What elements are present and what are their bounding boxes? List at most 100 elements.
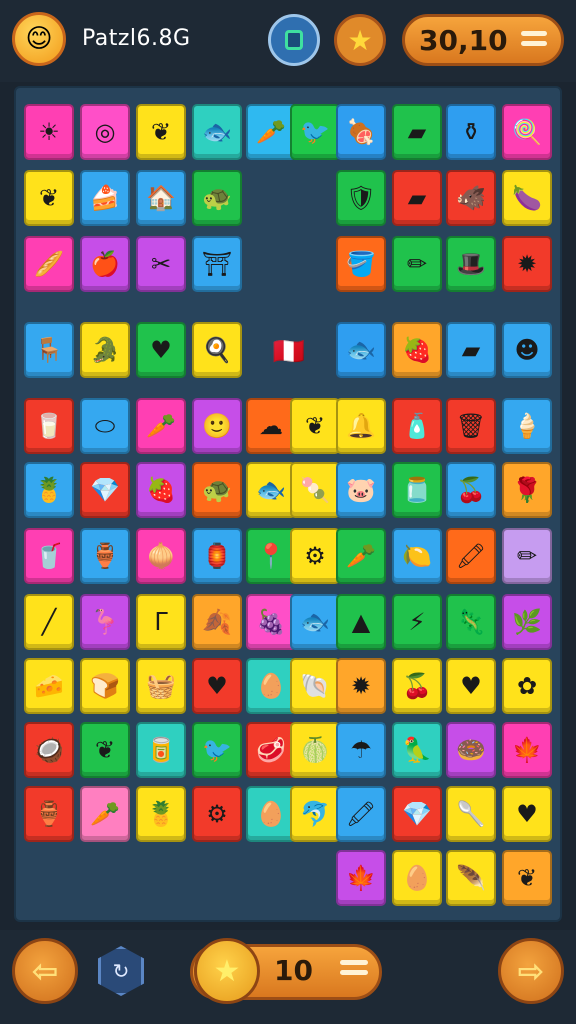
tile-r2-c7[interactable]: ✏: [392, 236, 442, 292]
coin-star-button[interactable]: ★: [194, 938, 260, 1004]
tile-r3-c6[interactable]: 🐟: [336, 322, 386, 378]
tile-r2-c1[interactable]: 🍎: [80, 236, 130, 292]
tile-r1-c8[interactable]: 🐗: [446, 170, 496, 226]
back-button[interactable]: ⇦: [12, 938, 78, 1004]
tile-r3-c8[interactable]: ▰: [446, 322, 496, 378]
tile-r7-c6[interactable]: ▲: [336, 594, 386, 650]
tile-r0-c9[interactable]: 🍭: [502, 104, 552, 160]
tile-r8-c4[interactable]: 🥚: [246, 658, 296, 714]
tile-r1-c7[interactable]: ▰: [392, 170, 442, 226]
tile-r11-c7[interactable]: 🥚: [392, 850, 442, 906]
tile-r8-c7[interactable]: 🍒: [392, 658, 442, 714]
tile-r4-c0[interactable]: 🥛: [24, 398, 74, 454]
tile-r10-c9[interactable]: ♥: [502, 786, 552, 842]
tile-r5-c5[interactable]: 🍡: [290, 462, 340, 518]
tile-r0-c3[interactable]: 🐟: [192, 104, 242, 160]
tile-r5-c0[interactable]: 🍍: [24, 462, 74, 518]
tile-r11-c8[interactable]: 🪶: [446, 850, 496, 906]
tile-r6-c0[interactable]: 🥤: [24, 528, 74, 584]
tile-r11-c9[interactable]: ❦: [502, 850, 552, 906]
tile-r6-c9[interactable]: ✏: [502, 528, 552, 584]
tile-r3-c0[interactable]: 🪑: [24, 322, 74, 378]
tile-r9-c9[interactable]: 🍁: [502, 722, 552, 778]
tile-r6-c1[interactable]: 🏺: [80, 528, 130, 584]
tile-r5-c6[interactable]: 🐷: [336, 462, 386, 518]
tile-r2-c6[interactable]: 🪣: [336, 236, 386, 292]
tile-r7-c9[interactable]: 🌿: [502, 594, 552, 650]
tile-r1-c1[interactable]: 🍰: [80, 170, 130, 226]
tile-r5-c8[interactable]: 🍒: [446, 462, 496, 518]
tile-r1-c0[interactable]: ❦: [24, 170, 74, 226]
tile-r5-c2[interactable]: 🍓: [136, 462, 186, 518]
map-button[interactable]: [268, 14, 320, 66]
tile-r9-c4[interactable]: 🥩: [246, 722, 296, 778]
tile-r1-c9[interactable]: 🍆: [502, 170, 552, 226]
tile-r9-c7[interactable]: 🦜: [392, 722, 442, 778]
tile-r8-c0[interactable]: 🧀: [24, 658, 74, 714]
tile-r6-c6[interactable]: 🥕: [336, 528, 386, 584]
tile-r5-c3[interactable]: 🐢: [192, 462, 242, 518]
tile-r3-c2[interactable]: ♥: [136, 322, 186, 378]
tile-r0-c8[interactable]: ⚱: [446, 104, 496, 160]
tile-r5-c1[interactable]: 💎: [80, 462, 130, 518]
score-display[interactable]: 30,10: [402, 14, 564, 66]
tile-r4-c3[interactable]: 🙂: [192, 398, 242, 454]
tile-r0-c7[interactable]: ▰: [392, 104, 442, 160]
tile-r8-c6[interactable]: ✹: [336, 658, 386, 714]
tile-r8-c8[interactable]: ♥: [446, 658, 496, 714]
tile-r6-c3[interactable]: 🏮: [192, 528, 242, 584]
tile-r10-c1[interactable]: 🥕: [80, 786, 130, 842]
tile-r5-c9[interactable]: 🌹: [502, 462, 552, 518]
tile-r5-c7[interactable]: 🫙: [392, 462, 442, 518]
tile-r8-c2[interactable]: 🧺: [136, 658, 186, 714]
tile-r10-c6[interactable]: 🖍: [336, 786, 386, 842]
tile-r4-c5[interactable]: ❦: [290, 398, 340, 454]
tile-r7-c4[interactable]: 🍇: [246, 594, 296, 650]
star-button[interactable]: ★: [334, 14, 386, 66]
tile-r6-c2[interactable]: 🧅: [136, 528, 186, 584]
tile-r9-c0[interactable]: 🥥: [24, 722, 74, 778]
tile-r7-c7[interactable]: ⚡: [392, 594, 442, 650]
tile-r10-c0[interactable]: 🏺: [24, 786, 74, 842]
tile-r9-c1[interactable]: ❦: [80, 722, 130, 778]
tile-r6-c5[interactable]: ⚙: [290, 528, 340, 584]
tile-r9-c6[interactable]: ☂: [336, 722, 386, 778]
tile-r10-c7[interactable]: 💎: [392, 786, 442, 842]
tile-r3-c9[interactable]: ☻: [502, 322, 552, 378]
tile-r2-c9[interactable]: ✹: [502, 236, 552, 292]
tile-r6-c4[interactable]: 📍: [246, 528, 296, 584]
tile-r3-c1[interactable]: 🐊: [80, 322, 130, 378]
tile-r7-c8[interactable]: 🦎: [446, 594, 496, 650]
tile-r0-c4[interactable]: 🥕: [246, 104, 296, 160]
tile-r6-c7[interactable]: 🍋: [392, 528, 442, 584]
tile-r4-c6[interactable]: 🔔: [336, 398, 386, 454]
tile-r8-c5[interactable]: 🐚: [290, 658, 340, 714]
tile-r6-c8[interactable]: 🖍: [446, 528, 496, 584]
tile-r0-c0[interactable]: ☀: [24, 104, 74, 160]
tile-r2-c2[interactable]: ✂: [136, 236, 186, 292]
tile-r0-c6[interactable]: 🍖: [336, 104, 386, 160]
tile-r9-c3[interactable]: 🐦: [192, 722, 242, 778]
tile-r10-c5[interactable]: 🐬: [290, 786, 340, 842]
tile-r1-c6[interactable]: 🛡: [336, 170, 386, 226]
tile-r9-c5[interactable]: 🍈: [290, 722, 340, 778]
tile-r1-c2[interactable]: 🏠: [136, 170, 186, 226]
avatar-sun-icon[interactable]: 😊: [12, 12, 66, 66]
tile-r4-c7[interactable]: 🧴: [392, 398, 442, 454]
tile-r5-c4[interactable]: 🐟: [246, 462, 296, 518]
tile-r7-c3[interactable]: 🍂: [192, 594, 242, 650]
tile-r1-c3[interactable]: 🐢: [192, 170, 242, 226]
tile-r0-c5[interactable]: 🐦: [290, 104, 340, 160]
tile-r0-c2[interactable]: ❦: [136, 104, 186, 160]
tile-r10-c2[interactable]: 🍍: [136, 786, 186, 842]
tile-r8-c9[interactable]: ✿: [502, 658, 552, 714]
tile-r10-c4[interactable]: 🥚: [246, 786, 296, 842]
tile-r4-c9[interactable]: 🍦: [502, 398, 552, 454]
tile-r7-c2[interactable]: ᒥ: [136, 594, 186, 650]
tile-r10-c3[interactable]: ⚙: [192, 786, 242, 842]
tile-r3-c3[interactable]: 🍳: [192, 322, 242, 378]
tile-r2-c0[interactable]: 🥖: [24, 236, 74, 292]
tile-r7-c1[interactable]: 🦩: [80, 594, 130, 650]
tile-r0-c1[interactable]: ◎: [80, 104, 130, 160]
tile-r9-c8[interactable]: 🍩: [446, 722, 496, 778]
